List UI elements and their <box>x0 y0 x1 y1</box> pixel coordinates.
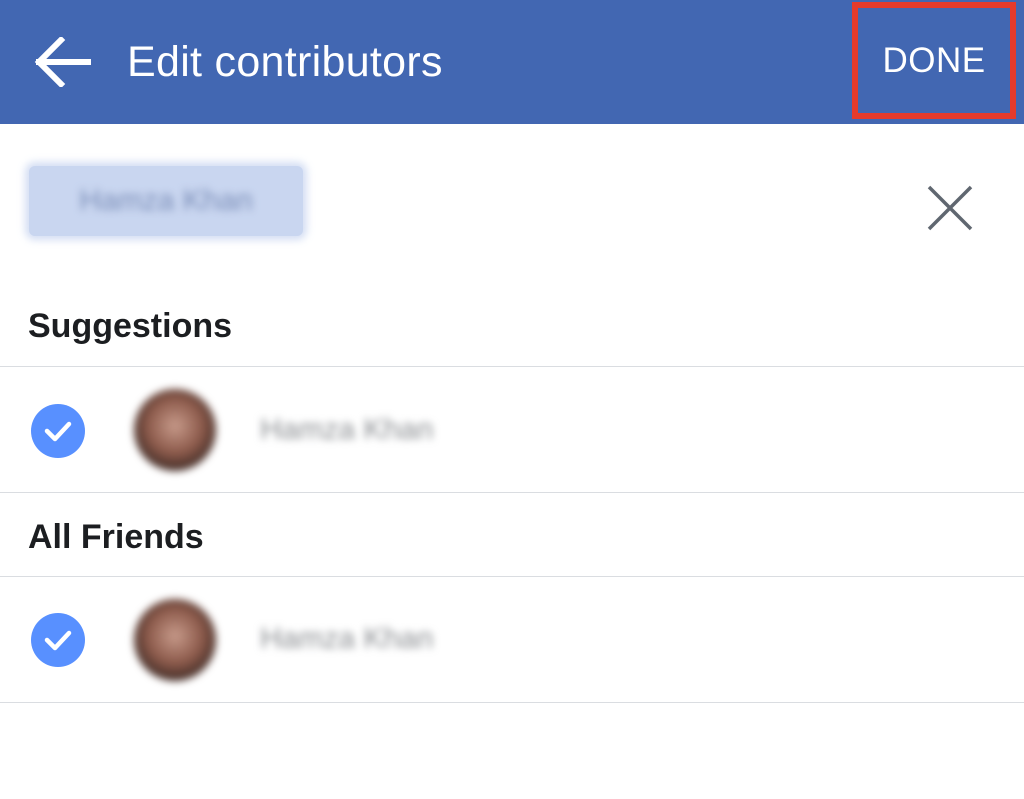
avatar <box>134 599 216 681</box>
section-title: All Friends <box>28 518 204 556</box>
section-header-suggestions: Suggestions <box>0 277 1024 377</box>
clear-button[interactable] <box>918 176 982 240</box>
avatar <box>134 389 216 471</box>
close-icon <box>927 185 973 231</box>
top-app-bar: Edit contributors DONE <box>0 0 1024 124</box>
divider <box>0 702 1024 703</box>
done-button[interactable]: DONE <box>852 2 1016 119</box>
friend-name: Hamza Khan <box>260 622 434 655</box>
back-button[interactable] <box>28 28 96 96</box>
friend-name: Hamza Khan <box>260 413 434 446</box>
selected-contributors-field: Hamza Khan <box>0 124 1024 264</box>
check-circle-icon[interactable] <box>31 404 85 458</box>
contributor-token-chip[interactable]: Hamza Khan <box>29 166 303 236</box>
contributor-token-label: Hamza Khan <box>79 184 253 217</box>
section-title: Suggestions <box>28 307 233 345</box>
edit-contributors-screen: Edit contributors DONE Hamza Khan Sugges… <box>0 0 1024 799</box>
check-circle-icon[interactable] <box>31 613 85 667</box>
friend-row-suggestion[interactable]: Hamza Khan <box>0 367 1024 491</box>
page-title: Edit contributors <box>127 38 443 86</box>
arrow-left-icon <box>34 37 91 87</box>
friend-row-all-friends[interactable]: Hamza Khan <box>0 577 1024 701</box>
